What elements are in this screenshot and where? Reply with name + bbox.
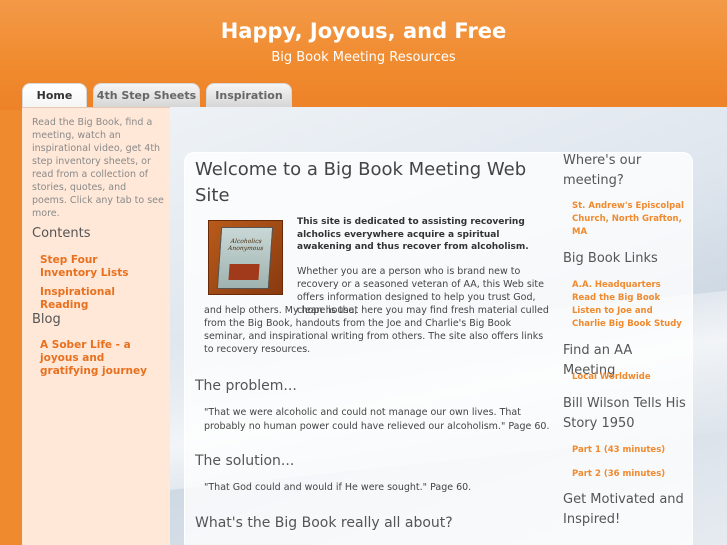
bill-wilson-part-2-link[interactable]: Part 2 (36 minutes): [572, 468, 684, 481]
bill-wilson-part-1-link[interactable]: Part 1 (43 minutes): [572, 444, 684, 457]
big-book-image: Alcoholics Anonymous: [208, 220, 283, 295]
link-sober-life-blog[interactable]: A Sober Life - a joyous and gratifying j…: [40, 339, 158, 378]
link-step-four-inventory-lists[interactable]: Step Four Inventory Lists: [40, 254, 158, 280]
book-cover-emblem: [228, 264, 260, 280]
big-book-links-list[interactable]: A.A. Headquarters Read the Big Book List…: [572, 279, 684, 331]
solution-quote: "That God could and would if He were sou…: [204, 482, 472, 493]
sidebar-intro-text: Read the Big Book, find a meeting, watch…: [32, 117, 164, 219]
bill-wilson-heading: Bill Wilson Tells His Story 1950: [563, 396, 686, 431]
site-subtitle: Big Book Meeting Resources: [271, 50, 456, 65]
problem-heading: The problem...: [195, 378, 297, 394]
tab-4th-step-sheets[interactable]: 4th Step Sheets: [93, 83, 200, 107]
intro-bold-text: This site is dedicated to assisting reco…: [297, 217, 529, 252]
meeting-heading: Where's our meeting?: [563, 153, 642, 188]
tab-inspiration[interactable]: Inspiration: [206, 83, 292, 107]
about-heading: What's the Big Book really all about?: [195, 515, 453, 531]
page-title: Welcome to a Big Book Meeting Web Site: [195, 159, 527, 206]
meeting-location-link[interactable]: St. Andrew's Episcolpal Church, North Gr…: [572, 200, 684, 239]
link-inspirational-reading[interactable]: Inspirational Reading: [40, 286, 158, 312]
contents-heading: Contents: [32, 226, 91, 241]
motivated-heading: Get Motivated and Inspired!: [563, 492, 684, 527]
find-meeting-links[interactable]: Local Worldwide: [572, 371, 684, 384]
book-cover-title: Alcoholics Anonymous: [227, 238, 264, 252]
right-sidebar: Where's our meeting? St. Andrew's Episco…: [563, 107, 727, 545]
site-title: Happy, Joyous, and Free: [220, 19, 507, 43]
tab-home[interactable]: Home: [22, 83, 87, 107]
site-header: Happy, Joyous, and Free Big Book Meeting…: [0, 0, 727, 110]
main-area: Welcome to a Big Book Meeting Web Site A…: [170, 107, 727, 545]
solution-heading: The solution...: [195, 453, 295, 469]
intro-paragraph-2: and help others. My hope is that here yo…: [204, 305, 549, 355]
book-cover: Alcoholics Anonymous: [216, 227, 274, 289]
blog-heading: Blog: [32, 312, 61, 327]
left-sidebar: Read the Big Book, find a meeting, watch…: [22, 107, 170, 545]
big-book-links-heading: Big Book Links: [563, 251, 658, 266]
problem-quote: "That we were alcoholic and could not ma…: [204, 407, 550, 432]
